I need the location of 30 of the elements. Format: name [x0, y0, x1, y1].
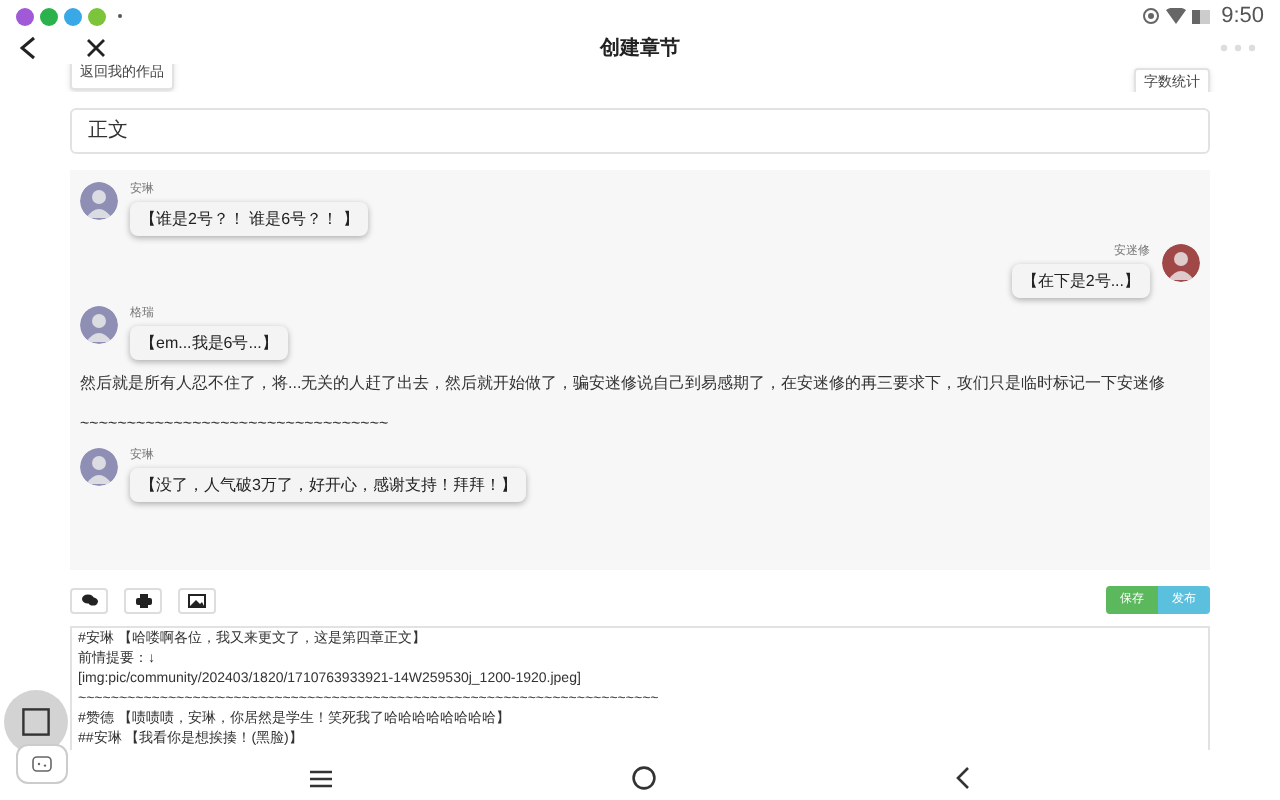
floating-window-button[interactable]	[4, 690, 68, 754]
chat-bubble: 【在下是2号...】	[1011, 264, 1150, 298]
menu-icon[interactable]	[310, 769, 332, 787]
back-icon[interactable]	[956, 766, 970, 790]
story-text: ~~~~~~~~~~~~~~~~~~~~~~~~~~~~~~~~~	[80, 412, 391, 436]
avatar	[1162, 244, 1200, 282]
avatar	[80, 306, 118, 344]
avatar	[80, 448, 118, 486]
image-icon	[188, 593, 206, 607]
back-icon[interactable]	[20, 36, 36, 60]
avatar	[80, 182, 118, 220]
battery-icon	[1191, 9, 1212, 23]
content-editor[interactable]	[70, 626, 1210, 750]
face-icon	[32, 756, 52, 772]
wifi-icon	[1165, 8, 1186, 24]
window-icon	[22, 708, 50, 736]
image-button[interactable]	[178, 587, 216, 613]
chat-button[interactable]	[70, 587, 108, 613]
chat-icon	[81, 594, 97, 606]
chat-bubble: 【谁是2号？！ 谁是6号？！ 】	[130, 202, 369, 236]
chat-bubble: 【em...我是6号...】	[130, 326, 288, 360]
section-title-field[interactable]: 正文	[70, 108, 1210, 154]
close-icon[interactable]	[86, 38, 106, 58]
print-button[interactable]	[124, 587, 162, 613]
chat-bubble: 【没了，人气破3万了，好开心，感谢支持！拜拜！】	[130, 468, 527, 502]
page-title: 创建章节	[600, 34, 680, 63]
floating-assistant-button[interactable]	[16, 744, 68, 784]
story-text: 然后就是所有人忍不住了，将...无关的人赶了出去，然后就开始做了，骗安迷修说自己到易感期了，在安迷修的再三要求下，攻们只是临时标记一下安迷修	[80, 372, 1168, 396]
clock-time: 9:50	[1221, 1, 1264, 32]
home-icon[interactable]	[632, 766, 656, 790]
